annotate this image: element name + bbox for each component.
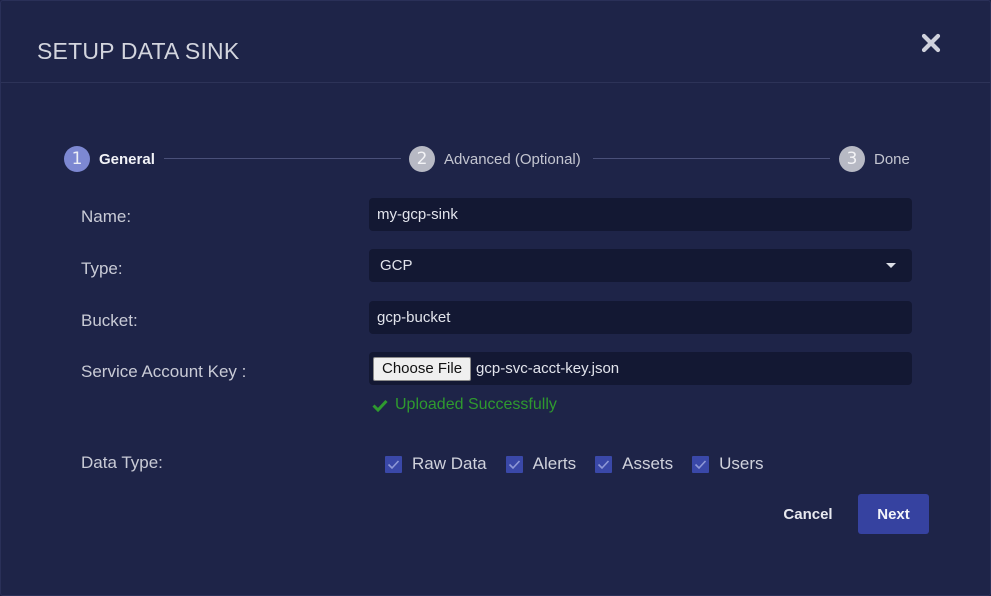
step-connector [593, 158, 830, 159]
type-selected-value: GCP [380, 257, 413, 274]
bucket-label: Bucket: [81, 311, 138, 330]
data-type-label: Data Type: [81, 453, 163, 472]
step-number: 3 [839, 146, 865, 172]
checkbox-checked-icon[interactable] [385, 455, 402, 473]
step-label: Advanced (Optional) [444, 150, 581, 168]
dialog-title: SETUP DATA SINK [37, 38, 240, 64]
step-label: General [99, 150, 155, 168]
checkbox-label: Alerts [532, 454, 577, 473]
checkbox-raw-data[interactable]: Raw Data [385, 454, 487, 474]
choose-file-button[interactable]: Choose File [373, 356, 472, 381]
step-advanced: 2 Advanced (Optional) [409, 146, 581, 172]
step-number: 1 [64, 146, 90, 172]
dialog-header: SETUP DATA SINK [1, 1, 990, 83]
checkbox-label: Users [719, 454, 764, 473]
data-type-checkbox-group: Raw Data Alerts Assets Users [385, 454, 783, 474]
name-field-container [369, 198, 912, 231]
upload-status: Uploaded Successfully [372, 396, 557, 414]
setup-data-sink-dialog: SETUP DATA SINK 1 General 2 Advanced (Op… [0, 0, 991, 596]
service-account-key-file-field: Choose File gcp-svc-acct-key.json [369, 352, 912, 385]
step-done: 3 Done [839, 146, 910, 172]
chevron-down-icon [886, 263, 896, 268]
checkbox-label: Raw Data [412, 454, 487, 473]
bucket-input[interactable] [377, 309, 912, 326]
step-connector [164, 158, 401, 159]
upload-status-text: Uploaded Successfully [395, 396, 557, 413]
next-button[interactable]: Next [858, 494, 929, 534]
checkbox-alerts[interactable]: Alerts [505, 454, 577, 474]
checkbox-checked-icon[interactable] [692, 455, 710, 473]
checkbox-checked-icon[interactable] [595, 455, 613, 473]
close-icon[interactable] [921, 33, 943, 55]
checkbox-checked-icon[interactable] [505, 455, 523, 473]
checkbox-assets[interactable]: Assets [595, 454, 673, 474]
type-label: Type: [81, 259, 123, 278]
checkbox-label: Assets [622, 454, 674, 473]
name-input[interactable] [377, 206, 912, 223]
cancel-button[interactable]: Cancel [771, 494, 845, 534]
type-select[interactable]: GCP [369, 249, 912, 282]
step-general: 1 General [64, 146, 155, 172]
step-label: Done [874, 150, 910, 168]
service-account-key-label: Service Account Key : [81, 362, 247, 381]
step-number: 2 [409, 146, 435, 172]
name-label: Name: [81, 207, 132, 226]
bucket-field-container [369, 301, 912, 334]
checkbox-users[interactable]: Users [692, 454, 764, 474]
selected-file-name: gcp-svc-acct-key.json [476, 360, 620, 377]
checkmark-icon [372, 399, 388, 412]
